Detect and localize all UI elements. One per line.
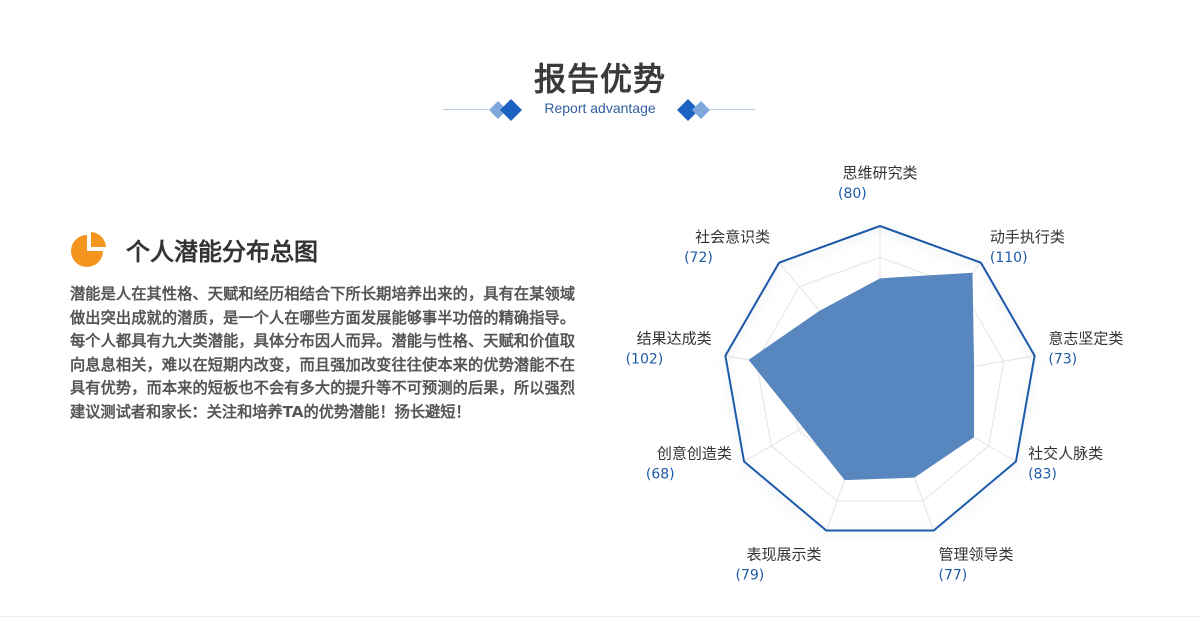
radar-value-label: (72) [684,250,713,266]
radar-axis-label: 意志坚定类 [1048,329,1123,347]
radar-value-label: (77) [938,568,967,584]
radar-value-label: (68) [646,467,675,483]
radar-axis-label: 结果达成类 [637,329,712,347]
radar-axis-label: 社交人脉类 [1028,445,1103,463]
radar-value-label: (73) [1048,351,1077,367]
radar-axis-label: 动手执行类 [990,228,1065,246]
radar-area [748,272,975,481]
radar-axis-label: 社会意识类 [695,228,770,246]
radar-axis-label: 表现展示类 [746,546,821,564]
radar-data-area [748,272,975,481]
radar-axis-label: 思维研究类 [842,164,917,182]
bottom-rule [0,616,1200,617]
radar-value-label: (110) [990,250,1028,266]
potential-radar-chart: 思维研究类 (80) 动手执行类 (110) 意志坚定类 (73) 社交人脉类 (83) 管理领… [626,164,1124,584]
radar-axis-label: 创意创造类 [657,445,732,463]
radar-value-label: (79) [736,568,765,584]
radar-axis-label: 管理领导类 [938,546,1013,564]
radar-value-label: (102) [626,351,664,367]
radar-value-label: (83) [1028,467,1057,483]
radar-value-label: (80) [838,186,867,202]
